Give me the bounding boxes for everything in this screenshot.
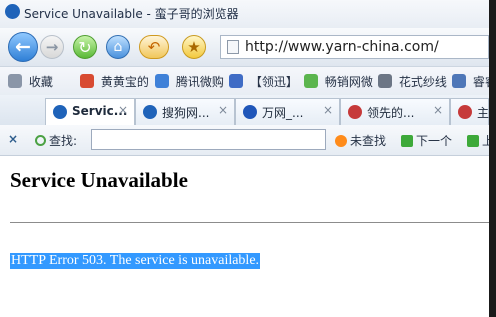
diamond-icon (348, 105, 362, 119)
tab-close-icon[interactable]: × (118, 103, 128, 117)
tab-sogou[interactable]: 搜狗网... × (135, 98, 235, 125)
forward-button[interactable]: → (40, 35, 64, 59)
app-icon (304, 74, 318, 88)
search-icon (35, 135, 46, 146)
no-match-icon (335, 135, 347, 147)
favorites-button[interactable]: ★ (182, 35, 206, 59)
next-button[interactable]: 下一个 (401, 132, 452, 149)
bookmark-item[interactable]: 腾讯微购 (155, 73, 224, 90)
divider (10, 222, 489, 223)
sogou-icon (53, 105, 67, 119)
home-icon: ⌂ (113, 39, 123, 55)
find-label: 查找: (35, 132, 77, 149)
reload-button[interactable]: ↻ (73, 35, 97, 59)
home-button[interactable]: ⌂ (106, 35, 130, 59)
app-icon (378, 74, 392, 88)
page-heading: Service Unavailable (10, 168, 188, 192)
app-icon (229, 74, 243, 88)
page-icon (227, 40, 239, 54)
bookmark-favorites[interactable]: 收藏 (8, 73, 53, 90)
tab-close-icon[interactable]: × (323, 103, 333, 117)
tab-main[interactable]: 主 (450, 98, 489, 125)
bookmark-folder-icon (8, 74, 22, 88)
down-arrow-icon (401, 135, 413, 147)
bookmark-item[interactable]: 【领迅】 (229, 73, 298, 90)
back-button[interactable]: ← (8, 32, 38, 62)
up-arrow-icon (467, 135, 479, 147)
bookmarks-bar: 收藏 黄黄宝的 腾讯微购 【领迅】 畅销网微 花式纱线 睿睿 (0, 66, 489, 96)
app-icon (155, 74, 169, 88)
address-text[interactable]: http://www.yarn-china.com/ (245, 39, 439, 55)
tab-close-icon[interactable]: × (433, 103, 443, 117)
bookmark-item[interactable]: 黄黄宝的 (80, 73, 149, 90)
title-bar: Service Unavailable - 蛮子哥的浏览器 (0, 0, 489, 28)
tab-leading[interactable]: 领先的... × (340, 98, 450, 125)
browser-window: Service Unavailable - 蛮子哥的浏览器 ← → ↻ ⌂ ↶ … (0, 0, 489, 317)
sogou-icon (143, 105, 157, 119)
find-input[interactable] (91, 129, 326, 150)
tab-service[interactable]: Servic... × (45, 98, 135, 125)
navigation-toolbar: ← → ↻ ⌂ ↶ ★ http://www.yarn-china.com/ (0, 28, 489, 66)
diamond-icon (458, 105, 472, 119)
reload-icon: ↻ (78, 37, 92, 57)
tab-close-icon[interactable]: × (218, 103, 228, 117)
tab-wanwang[interactable]: 万网_... × (235, 98, 340, 125)
not-found-button[interactable]: 未查找 (335, 132, 386, 149)
address-bar[interactable]: http://www.yarn-china.com/ (220, 35, 489, 59)
app-icon (80, 74, 94, 88)
star-icon: ★ (187, 38, 201, 56)
window-title: Service Unavailable - 蛮子哥的浏览器 (24, 7, 239, 21)
undo-icon: ↶ (147, 38, 161, 56)
page-content: Service Unavailable HTTP Error 503. The … (0, 156, 489, 317)
app-icon (452, 74, 466, 88)
bookmark-item[interactable]: 花式纱线 (378, 73, 447, 90)
find-bar: × 查找: 未查找 下一个 上 (0, 125, 489, 156)
close-find-button[interactable]: × (8, 132, 18, 146)
paw-icon (243, 105, 257, 119)
undo-button[interactable]: ↶ (139, 35, 169, 59)
bookmark-item[interactable]: 睿睿 (452, 73, 489, 90)
forward-arrow-icon: → (45, 38, 59, 56)
browser-logo-icon (5, 4, 20, 19)
back-arrow-icon: ← (15, 36, 31, 58)
previous-button[interactable]: 上 (467, 132, 489, 149)
tab-strip: Servic... × 搜狗网... × 万网_... × 领先的... × 主 (0, 95, 489, 126)
bookmark-item[interactable]: 畅销网微 (304, 73, 373, 90)
error-message: HTTP Error 503. The service is unavailab… (10, 253, 261, 269)
